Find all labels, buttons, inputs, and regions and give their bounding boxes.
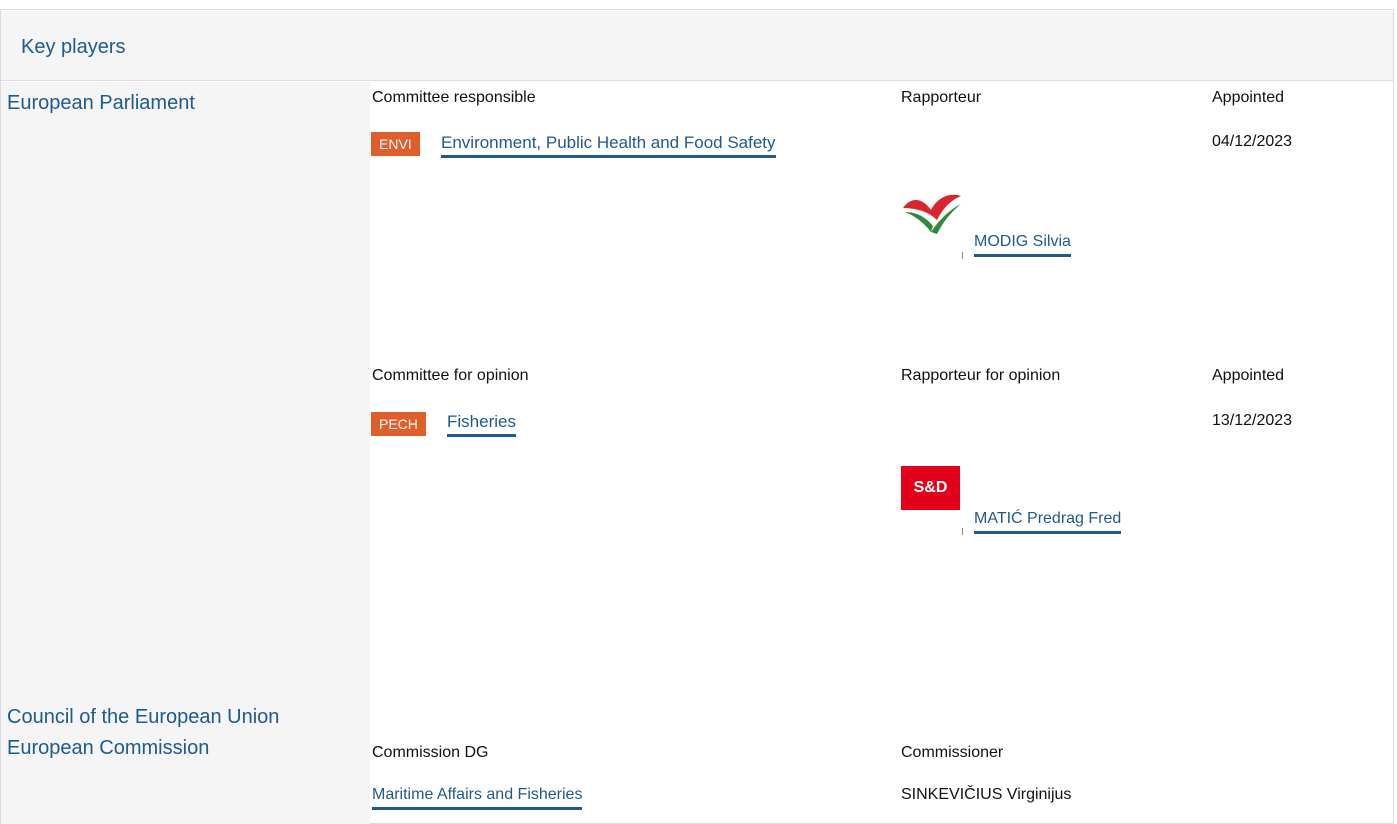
commission-dg-link[interactable]: Maritime Affairs and Fisheries (372, 785, 583, 810)
committee-link-pech[interactable]: Fisheries (447, 412, 516, 437)
panel-title: Key players (21, 36, 126, 58)
institution-european-commission[interactable]: European Commission (7, 737, 209, 760)
commission-dg-label: Commission DG (372, 744, 489, 761)
sd-group-logo-icon: S&D (901, 466, 960, 510)
panel-header (1, 11, 1393, 81)
appointed-label-opinion: Appointed (1212, 367, 1285, 384)
rapporteur-label: Rapporteur (901, 89, 982, 106)
renew-europe-logo-icon (903, 194, 961, 234)
committee-link-envi[interactable]: Environment, Public Health and Food Safe… (441, 133, 776, 158)
appointed-date-opinion: 13/12/2023 (1212, 412, 1293, 429)
commissioner-label: Commissioner (901, 744, 1004, 761)
image-anchor-mark (962, 252, 963, 259)
committee-badge-envi: ENVI (371, 132, 420, 156)
rapporteur-link-modig[interactable]: MODIG Silvia (974, 232, 1071, 257)
committee-opinion-label: Committee for opinion (372, 367, 529, 384)
committee-responsible-label: Committee responsible (372, 89, 536, 106)
appointed-date-responsible: 04/12/2023 (1212, 133, 1293, 150)
image-anchor-mark (962, 528, 963, 535)
commissioner-name: SINKEVIČIUS Virginijus (901, 786, 1072, 803)
rapporteur-opinion-label: Rapporteur for opinion (901, 367, 1061, 384)
appointed-label: Appointed (1212, 89, 1285, 106)
committee-badge-pech: PECH (371, 412, 426, 436)
institution-european-parliament[interactable]: European Parliament (7, 92, 195, 115)
institution-council[interactable]: Council of the European Union (7, 706, 279, 729)
rapporteur-link-matic[interactable]: MATIĆ Predrag Fred (974, 509, 1122, 534)
